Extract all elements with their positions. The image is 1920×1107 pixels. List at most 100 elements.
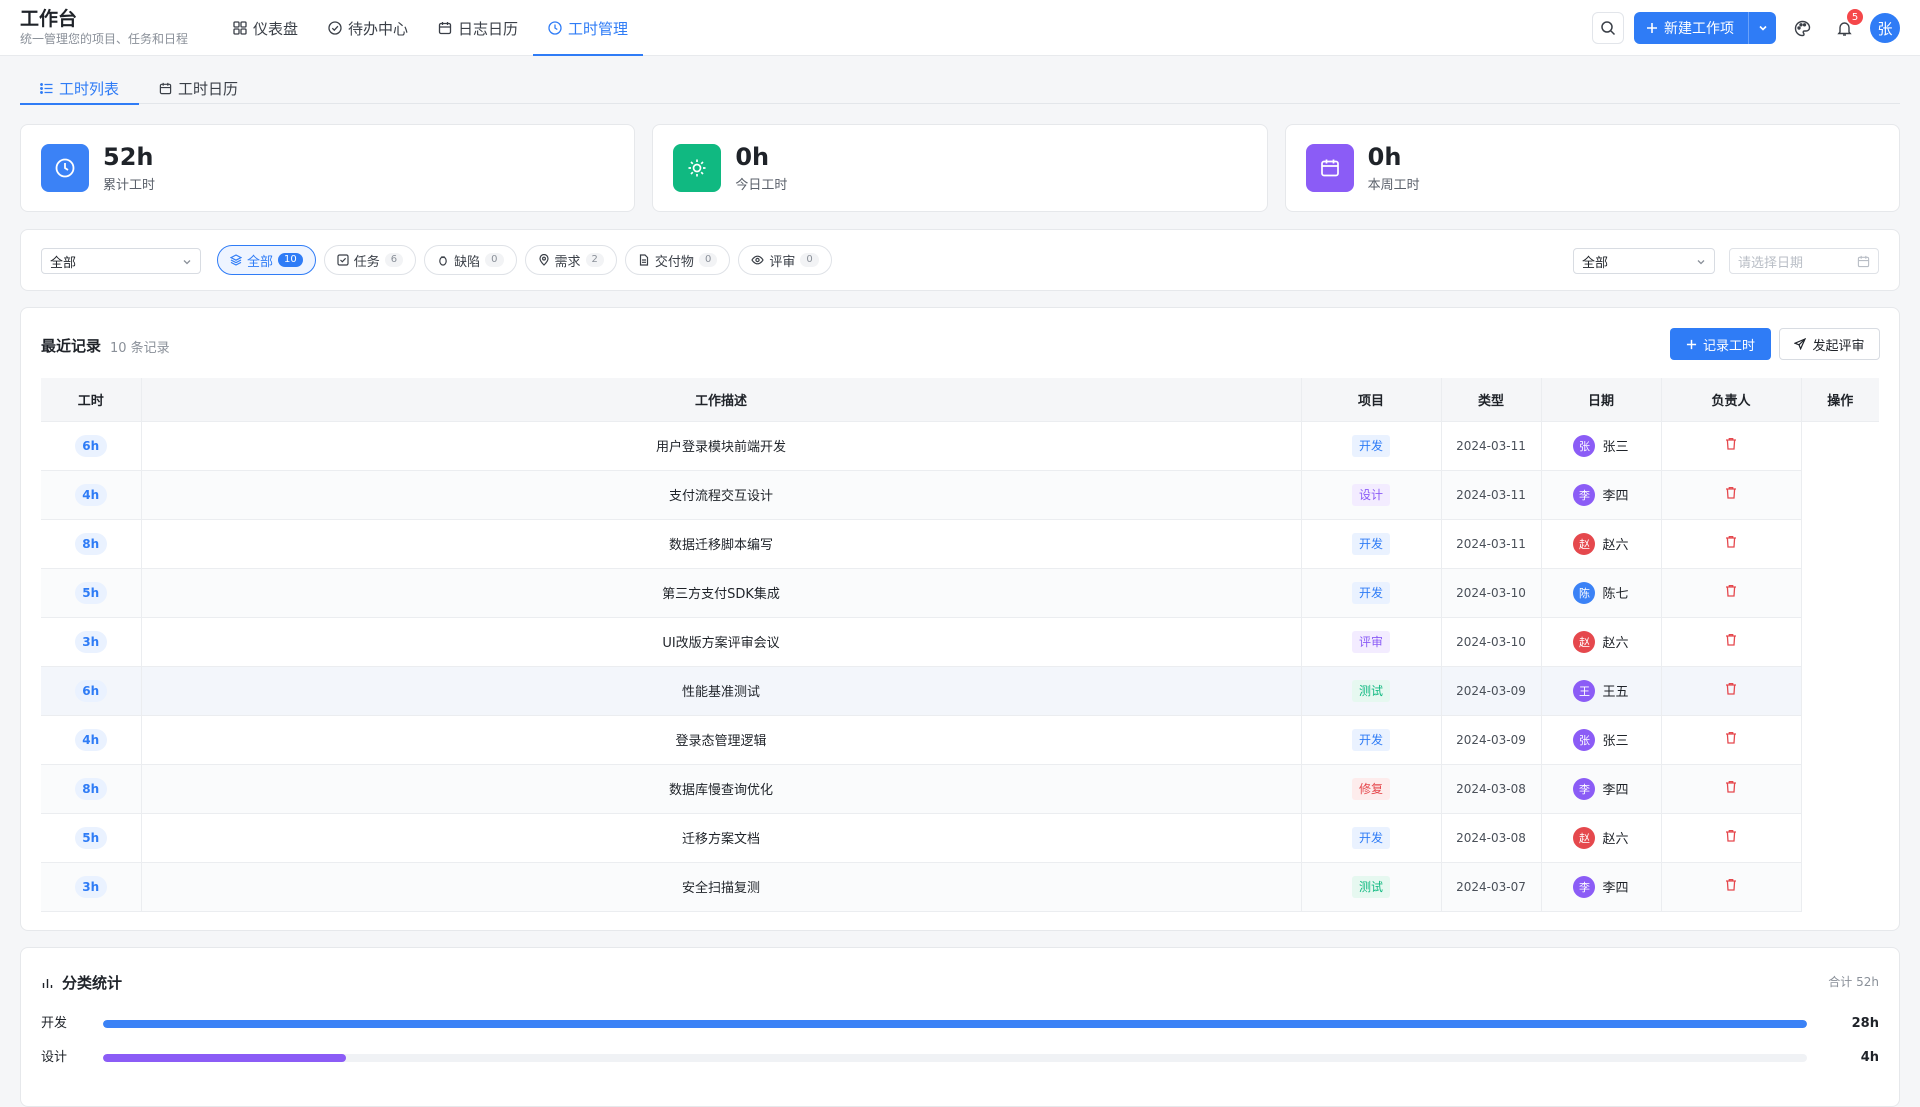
table-row[interactable]: 4h 登录态管理逻辑 开发 2024-03-09 张张三 xyxy=(41,715,1879,765)
nav-log-calendar[interactable]: 日志日历 xyxy=(423,0,533,56)
stat-today-hours: 0h 今日工时 xyxy=(652,124,1268,212)
delete-button[interactable] xyxy=(1725,731,1737,748)
search-button[interactable] xyxy=(1592,12,1624,44)
chip-requirement[interactable]: 需求 2 xyxy=(524,245,617,275)
chip-bug[interactable]: 缺陷 0 xyxy=(424,245,517,275)
delete-button[interactable] xyxy=(1725,878,1737,895)
app-subtitle: 统一管理您的项目、任务和日程 xyxy=(20,32,189,46)
clock-icon xyxy=(548,21,562,35)
delete-button[interactable] xyxy=(1725,682,1737,699)
col-owner[interactable]: 负责人 xyxy=(1661,378,1802,422)
tab-time-list[interactable]: 工时列表 xyxy=(20,72,140,105)
tab-time-calendar[interactable]: 工时日历 xyxy=(139,72,258,104)
clock-icon xyxy=(54,157,76,179)
cell-owner: 赵赵六 xyxy=(1541,813,1662,863)
cell-project: 评审 xyxy=(1301,617,1442,667)
cell-date: 2024-03-08 xyxy=(1441,764,1542,814)
type-tag: 开发 xyxy=(1351,728,1390,751)
cell-project: 修复 xyxy=(1301,764,1442,814)
delete-button[interactable] xyxy=(1725,780,1737,797)
chip-task[interactable]: 任务 6 xyxy=(323,245,417,275)
start-review-button[interactable]: 发起评审 xyxy=(1779,328,1880,360)
cell-empty xyxy=(1801,862,1879,911)
col-project[interactable]: 项目 xyxy=(1301,378,1442,422)
cell-description: 第三方支付SDK集成 xyxy=(141,568,1302,618)
owner-select[interactable]: 全部 xyxy=(1573,248,1715,274)
category-value: 4h xyxy=(1860,1050,1879,1065)
owner-avatar: 王 xyxy=(1573,679,1596,702)
col-date[interactable]: 日期 xyxy=(1541,378,1662,422)
records-panel: 最近记录 10 条记录 记录工时 发起评审 工时 工作描述 项目 类型 日期 负… xyxy=(20,307,1900,931)
table-header-row: 工时 工作描述 项目 类型 日期 负责人 操作 xyxy=(41,378,1879,422)
owner-name: 张三 xyxy=(1602,734,1629,749)
category-bar-track xyxy=(103,1054,1807,1062)
cell-date: 2024-03-08 xyxy=(1441,813,1542,863)
nav-dashboard[interactable]: 仪表盘 xyxy=(218,0,313,56)
table-row[interactable]: 6h 用户登录模块前端开发 开发 2024-03-11 张张三 xyxy=(41,421,1879,471)
chip-deliverable[interactable]: 交付物 0 xyxy=(624,245,731,275)
chip-review[interactable]: 评审 0 xyxy=(738,245,832,275)
cell-actions xyxy=(1661,666,1802,716)
delete-button[interactable] xyxy=(1725,633,1737,650)
cell-date: 2024-03-07 xyxy=(1441,862,1542,912)
table-row[interactable]: 4h 支付流程交互设计 设计 2024-03-11 李李四 xyxy=(41,470,1879,520)
table-row[interactable]: 5h 迁移方案文档 开发 2024-03-08 赵赵六 xyxy=(41,813,1879,863)
project-select[interactable]: 全部 xyxy=(41,248,201,274)
chevron-down-icon xyxy=(1758,23,1768,33)
user-avatar[interactable]: 张 xyxy=(1870,13,1900,43)
notification-button[interactable]: 5 xyxy=(1828,9,1863,44)
cell-description: 用户登录模块前端开发 xyxy=(141,421,1302,471)
nav-todo[interactable]: 待办中心 xyxy=(313,0,423,56)
select-value: 全部 xyxy=(1582,255,1609,271)
new-item-button[interactable]: 新建工作项 xyxy=(1634,12,1748,44)
col-type[interactable]: 类型 xyxy=(1441,378,1542,422)
cell-project: 开发 xyxy=(1301,421,1442,471)
cell-empty xyxy=(1801,470,1879,519)
owner-name: 李四 xyxy=(1602,881,1629,896)
cell-date: 2024-03-10 xyxy=(1441,617,1542,667)
type-tag: 评审 xyxy=(1351,630,1390,653)
col-hours[interactable]: 工时 xyxy=(41,378,142,422)
trash-icon xyxy=(1725,633,1737,650)
delete-button[interactable] xyxy=(1725,486,1737,503)
chip-all[interactable]: 全部 10 xyxy=(217,245,316,275)
owner-name: 李四 xyxy=(1602,489,1629,504)
new-item-dropdown-button[interactable] xyxy=(1748,12,1776,44)
cell-description: 迁移方案文档 xyxy=(141,813,1302,863)
owner: 张张三 xyxy=(1573,434,1629,457)
cell-hours: 6h xyxy=(41,666,142,716)
cell-empty xyxy=(1801,519,1879,568)
owner-name: 陈七 xyxy=(1602,587,1629,602)
delete-button[interactable] xyxy=(1725,584,1737,601)
chip-label: 交付物 xyxy=(654,254,694,270)
date-picker[interactable]: 请选择日期 xyxy=(1729,248,1879,274)
eye-icon xyxy=(751,254,765,266)
delete-button[interactable] xyxy=(1725,829,1737,846)
nav-time-management[interactable]: 工时管理 xyxy=(533,0,644,56)
plus-icon xyxy=(1646,22,1658,34)
table-row[interactable]: 3h UI改版方案评审会议 评审 2024-03-10 赵赵六 xyxy=(41,617,1879,667)
file-icon xyxy=(638,254,650,266)
chevron-down-icon xyxy=(182,257,192,267)
table-row[interactable]: 5h 第三方支付SDK集成 开发 2024-03-10 陈陈七 xyxy=(41,568,1879,618)
hours-pill: 4h xyxy=(74,728,107,751)
table-row[interactable]: 8h 数据库慢查询优化 修复 2024-03-08 李李四 xyxy=(41,764,1879,814)
category-name: 设计 xyxy=(41,1050,68,1065)
log-time-button[interactable]: 记录工时 xyxy=(1670,328,1771,360)
table-row[interactable]: 8h 数据迁移脚本编写 开发 2024-03-11 赵赵六 xyxy=(41,519,1879,569)
delete-button[interactable] xyxy=(1725,535,1737,552)
table-row[interactable]: 6h 性能基准测试 测试 2024-03-09 王王五 xyxy=(41,666,1879,716)
col-description[interactable]: 工作描述 xyxy=(141,378,1302,422)
cell-hours: 3h xyxy=(41,862,142,912)
chip-label: 需求 xyxy=(554,254,581,270)
stat-week-hours: 0h 本周工时 xyxy=(1284,124,1900,212)
stat-label: 本周工时 xyxy=(1367,178,1420,193)
theme-button[interactable] xyxy=(1786,12,1818,44)
delete-button[interactable] xyxy=(1725,437,1737,454)
category-bar-fill xyxy=(103,1054,347,1062)
cell-date: 2024-03-11 xyxy=(1441,421,1542,471)
table-row[interactable]: 3h 安全扫描复测 测试 2024-03-07 李李四 xyxy=(41,862,1879,912)
nav-label: 仪表盘 xyxy=(253,19,299,38)
records-table: 工时 工作描述 项目 类型 日期 负责人 操作 6h 用户登录模块前端开发 开发 20… xyxy=(41,378,1879,912)
cell-actions xyxy=(1661,470,1802,520)
